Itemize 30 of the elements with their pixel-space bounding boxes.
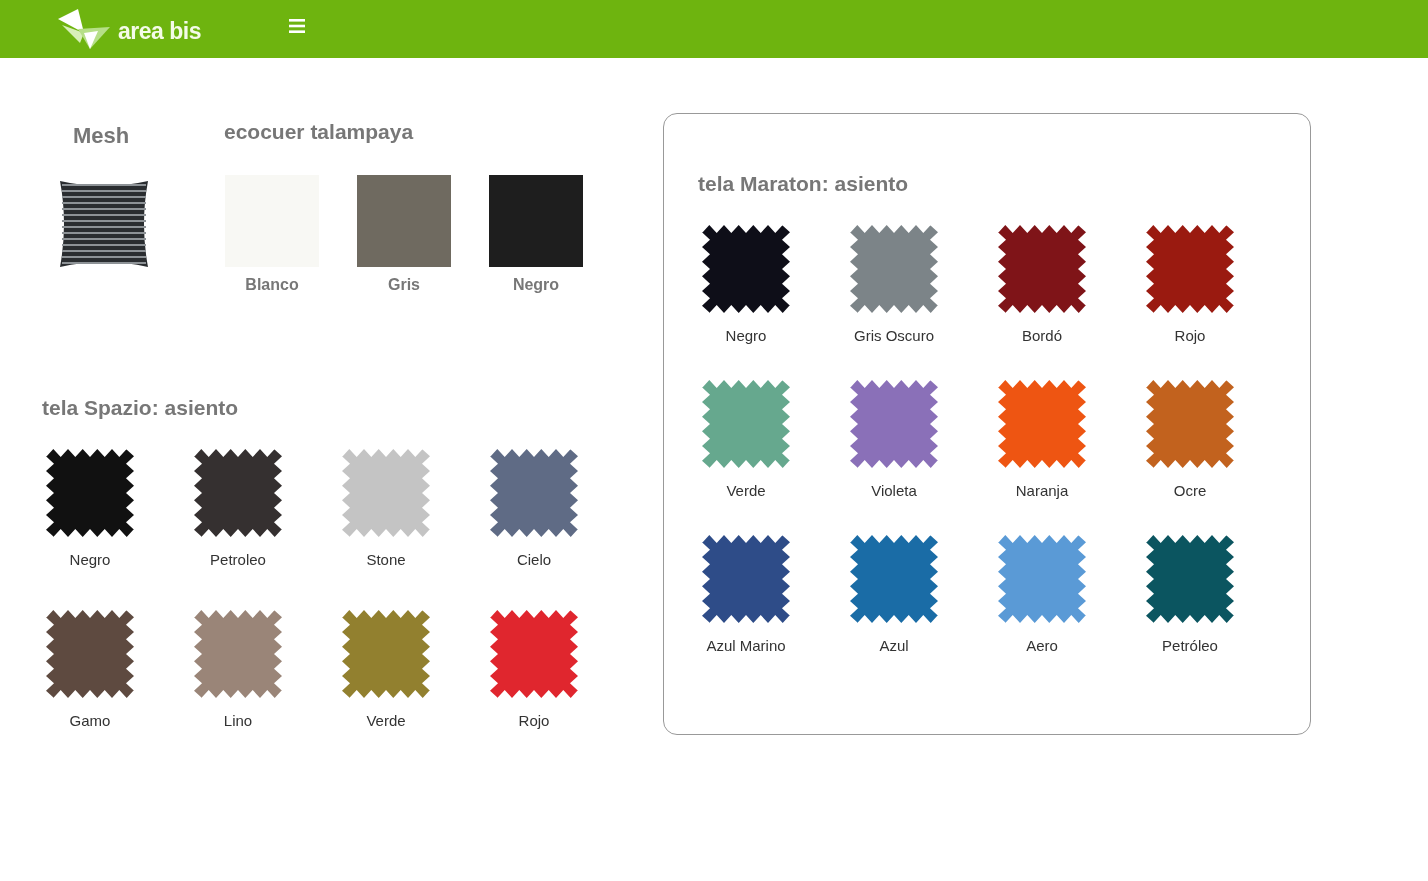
section-title: tela Maraton: asiento	[698, 172, 910, 196]
swatch-label: Negro	[69, 551, 111, 568]
section-title: tela Spazio: asiento	[42, 396, 240, 420]
swatch-label: Rojo	[1174, 327, 1206, 344]
swatch-label: Gris Oscuro	[854, 327, 934, 344]
swatch-label: Cielo	[516, 551, 552, 568]
section-title: ecocuer talampaya	[224, 120, 415, 144]
swatch-label: Bordó	[1022, 327, 1062, 344]
menu-icon[interactable]	[288, 19, 305, 33]
swatch-label: Ocre	[1173, 482, 1207, 499]
logo-text[interactable]: area bis	[118, 17, 201, 45]
swatch-label: Verde	[726, 482, 766, 499]
swatch-label: Azul Marino	[706, 637, 786, 654]
swatch-label: Lino	[223, 712, 253, 729]
swatch-label: Verde	[366, 712, 406, 729]
swatch-label: Negro	[512, 276, 560, 294]
swatch-label: Petróleo	[1162, 637, 1218, 654]
swatch-label: Violeta	[871, 482, 917, 499]
section-title: Mesh	[72, 122, 131, 149]
swatch-label: Gris	[388, 276, 420, 294]
bird-logo-icon[interactable]	[58, 9, 110, 49]
swatch-label: Gamo	[69, 712, 111, 729]
swatch-label: Rojo	[518, 712, 550, 729]
swatch-label: Stone	[366, 551, 406, 568]
swatch-label: Aero	[1026, 637, 1058, 654]
swatch-label: Naranja	[1015, 482, 1069, 499]
swatch-label: Negro	[725, 327, 767, 344]
swatch-label: Blanco	[245, 276, 299, 294]
swatch-label: Petroleo	[210, 551, 266, 568]
swatch-label: Azul	[879, 637, 909, 654]
